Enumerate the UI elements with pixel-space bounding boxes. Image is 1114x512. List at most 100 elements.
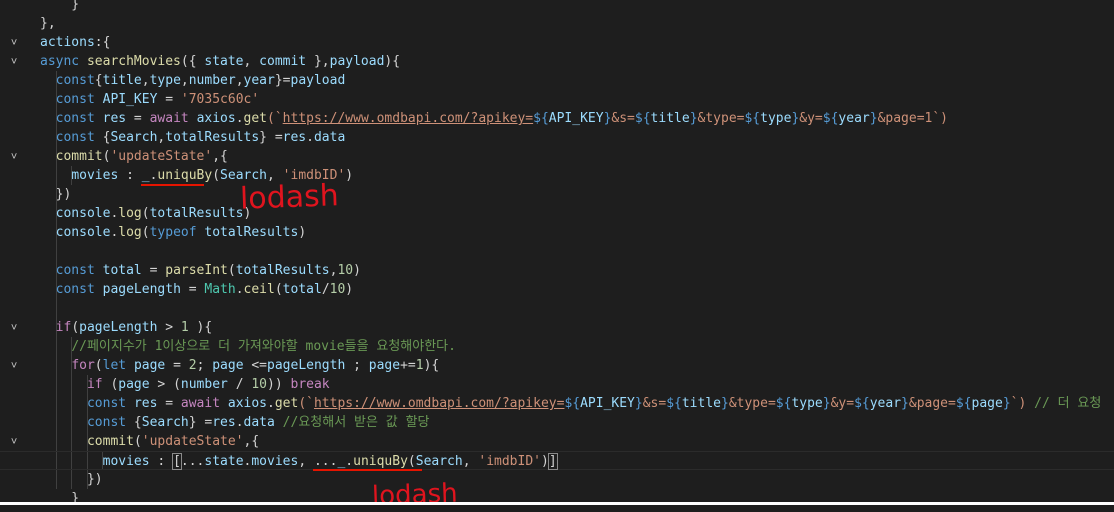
code-text: const pageLength = Math.ceil(total/10) [40, 280, 353, 299]
code-token: year [838, 111, 870, 126]
code-token: uniquBy [353, 454, 408, 469]
code-token: &page=1 [877, 111, 933, 126]
fold-chevron-icon[interactable]: ˅ [8, 356, 20, 375]
code-token: totalResults [204, 225, 299, 240]
code-token: > [157, 320, 181, 335]
code-token: &y= [799, 111, 823, 126]
code-line[interactable]: ˅ commit('updateState',{ [0, 432, 1114, 451]
code-token: } [689, 111, 698, 126]
code-token: axios [227, 396, 268, 411]
code-text: console.log(totalResults) [40, 204, 252, 223]
code-token: ( [227, 263, 236, 278]
code-token: ({ [180, 54, 205, 69]
code-token: = [157, 396, 181, 411]
code-text: const res = await axios.get(`https://www… [40, 109, 948, 128]
code-line[interactable]: ˅ actions:{ [0, 33, 1114, 52]
code-line[interactable]: const{title,type,number,year}=payload [0, 71, 1114, 90]
code-token: ${ [533, 111, 549, 126]
code-line[interactable]: ˅ async searchMovies({ state, commit },pa… [0, 52, 1114, 71]
code-line[interactable]: }) [0, 470, 1114, 489]
code-token: `) [932, 111, 949, 126]
code-token: pageLength [79, 320, 158, 335]
code-line[interactable]: const res = await axios.get(`https://www… [0, 109, 1114, 128]
code-token: = [165, 358, 189, 373]
code-line[interactable]: } [0, 489, 1114, 508]
code-token: total [102, 263, 142, 278]
code-token: . [267, 396, 275, 411]
code-line[interactable] [0, 242, 1114, 261]
code-line[interactable]: console.log(totalResults) [0, 204, 1114, 223]
code-token: 'updateState' [110, 149, 213, 164]
code-token: type [760, 111, 792, 126]
code-token: movies [71, 168, 119, 183]
code-token: res [102, 111, 127, 126]
code-token: }) [40, 187, 72, 202]
code-token: break [290, 377, 330, 392]
code-token: `) [1010, 396, 1027, 411]
code-token: totalResults [165, 130, 260, 145]
handwritten-annotation-lodash-1: lodash [239, 178, 340, 217]
code-token: / [321, 282, 330, 297]
code-token: }, [306, 54, 330, 69]
code-line[interactable]: movies : [...state.movies, ..._.uniquBy(… [0, 451, 1114, 470]
fold-chevron-icon[interactable]: ˅ [8, 147, 20, 166]
code-token: > ( [149, 377, 181, 392]
code-line[interactable] [0, 299, 1114, 318]
code-line[interactable]: ˅ for(let page = 2; page <=pageLength ; … [0, 356, 1114, 375]
code-token: ) [345, 282, 354, 297]
code-line[interactable]: }, [0, 14, 1114, 33]
code-line[interactable]: const API_KEY = '7035c60c' [0, 90, 1114, 109]
code-token: , [462, 454, 479, 469]
code-token: state [204, 54, 244, 69]
code-line[interactable]: const {Search} =res.data //요청해서 받은 값 할당 [0, 413, 1114, 432]
code-token: ${ [822, 111, 839, 126]
fold-chevron-icon[interactable]: ˅ [8, 52, 20, 71]
code-text: //페이지수가 1이상으로 더 가져와야할 movie들을 요청해야한다. [40, 337, 456, 356]
code-line[interactable]: ˅ commit('updateState',{ [0, 147, 1114, 166]
code-token: const [55, 73, 95, 88]
code-line[interactable]: movies : _.uniquBy(Search, 'imdbID') [0, 166, 1114, 185]
code-editor[interactable]: }}, ˅ actions:{˅ async searchMovies({ state… [0, 0, 1114, 508]
code-token: )) [267, 377, 291, 392]
code-token: Search [110, 130, 158, 145]
code-token: uniquBy [157, 168, 213, 183]
code-line[interactable]: const res = await axios.get(`https://www… [0, 394, 1114, 413]
code-token: , [235, 73, 244, 88]
code-line[interactable]: ˅ if(pageLength > 1 ){ [0, 318, 1114, 337]
code-token: ){ [188, 320, 213, 335]
code-token: if [55, 320, 72, 335]
code-line[interactable]: //페이지수가 1이상으로 더 가져와야할 movie들을 요청해야한다. [0, 337, 1114, 356]
fold-chevron-icon[interactable]: ˅ [8, 318, 20, 337]
code-token: number [188, 73, 236, 88]
code-token: }= [274, 73, 291, 88]
code-line[interactable]: const pageLength = Math.ceil(total/10) [0, 280, 1114, 299]
code-token: { [94, 73, 103, 88]
code-token: API_KEY [548, 111, 604, 126]
code-token: console [55, 225, 111, 240]
fold-chevron-icon[interactable]: ˅ [8, 33, 20, 52]
code-line[interactable]: console.log(typeof totalResults) [0, 223, 1114, 242]
code-token: const [86, 396, 127, 411]
code-line[interactable]: const total = parseInt(totalResults,10) [0, 261, 1114, 280]
code-token: ( [94, 358, 103, 373]
code-line[interactable]: } [0, 0, 1114, 14]
fold-chevron-icon[interactable]: ˅ [8, 432, 20, 451]
handwritten-annotation-lodash-2: lodash [371, 478, 459, 512]
code-token: axios [196, 111, 236, 126]
code-token: / [227, 377, 252, 392]
code-token: await [180, 396, 221, 411]
code-line[interactable]: }) [0, 185, 1114, 204]
code-token: movies [102, 454, 150, 469]
code-token: ${ [634, 111, 651, 126]
code-line[interactable]: if (page > (number / 10)) break [0, 375, 1114, 394]
code-token: const [55, 263, 95, 278]
code-token: await [149, 111, 189, 126]
code-line[interactable]: const {Search,totalResults} =res.data [0, 128, 1114, 147]
code-token: ... [313, 454, 338, 469]
code-token: commit [86, 434, 134, 449]
